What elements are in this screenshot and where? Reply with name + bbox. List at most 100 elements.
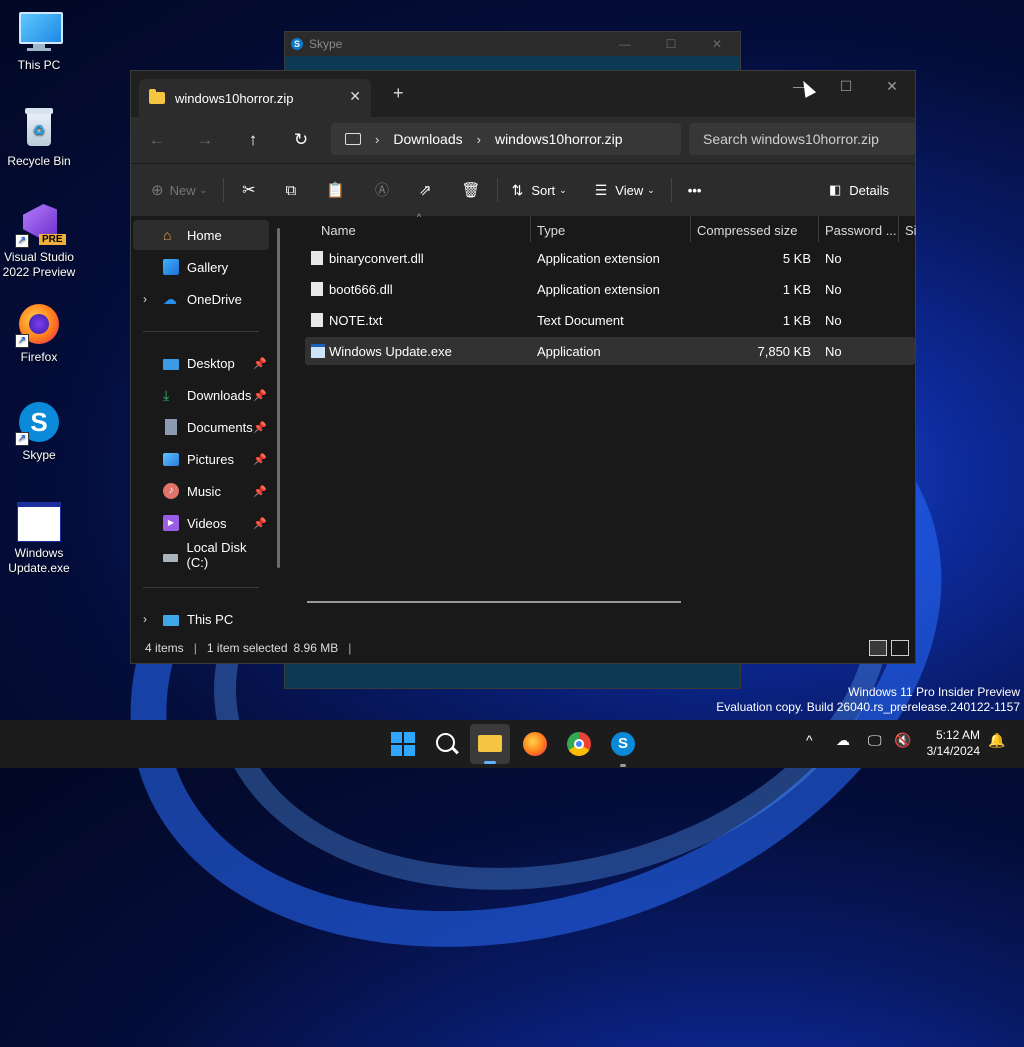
breadcrumb-zip[interactable]: windows10horror.zip	[495, 131, 623, 147]
file-row[interactable]: boot666.dll Application extension 1 KB N…	[305, 275, 915, 303]
file-row[interactable]: NOTE.txt Text Document 1 KB No	[305, 306, 915, 334]
pin-icon[interactable]: 📌	[253, 453, 267, 466]
tiles-view-icon[interactable]	[891, 640, 909, 656]
firefox-icon[interactable]	[523, 732, 547, 756]
selection-size: 8.96 MB	[293, 641, 339, 655]
close-button[interactable]: ✕	[694, 37, 740, 51]
details-button[interactable]: ◧ Details	[829, 182, 889, 198]
column-divider[interactable]	[690, 216, 691, 242]
view-button[interactable]: ☰ View ⌄	[595, 182, 655, 199]
breadcrumb-downloads[interactable]: Downloads	[393, 131, 462, 147]
nav-item-music[interactable]: ♪ Music 📌	[133, 476, 269, 506]
skype-icon[interactable]: S	[611, 732, 635, 756]
sort-button[interactable]: ⇅ Sort ⌄	[512, 182, 567, 199]
pin-icon[interactable]: 📌	[253, 485, 267, 498]
this-pc-icon	[345, 133, 361, 145]
pin-icon[interactable]: 📌	[253, 389, 267, 402]
nav-item-pictures[interactable]: Pictures 📌	[133, 444, 269, 474]
network-icon[interactable]: 🖵	[868, 732, 882, 749]
navigation-pane[interactable]: ⌂ Home Gallery › ☁ OneDrive Desktop 📌 ⤓ …	[131, 216, 281, 633]
new-button[interactable]: ⊕ New ⌄	[151, 181, 207, 199]
minimize-button[interactable]: —	[602, 37, 648, 51]
folder-icon	[149, 89, 165, 104]
nav-item-documents[interactable]: Documents 📌	[133, 412, 269, 442]
maximize-button[interactable]: ☐	[823, 71, 869, 101]
address-bar[interactable]: › Downloads › windows10horror.zip	[331, 123, 681, 155]
column-header-type[interactable]: Type	[537, 223, 565, 238]
chevron-right-icon: ›	[476, 131, 481, 147]
file-row[interactable]: binaryconvert.dll Application extension …	[305, 244, 915, 272]
nav-item-this-pc[interactable]: › This PC	[133, 604, 269, 634]
file-list[interactable]: Name ^ Type Compressed size Password ...…	[289, 212, 917, 633]
desktop-icon-visual-studio[interactable]: PRE ↗ Visual Studio 2022 Preview	[0, 202, 78, 280]
desktop-icon-skype[interactable]: S ↗ Skype	[0, 400, 78, 463]
home-icon: ⌂	[163, 227, 172, 243]
tab-windows10horror-zip[interactable]: windows10horror.zip ✕	[139, 79, 371, 117]
file-row-selected[interactable]: Windows Update.exe Application 7,850 KB …	[305, 337, 915, 365]
shortcut-arrow-icon: ↗	[15, 234, 29, 248]
nav-item-desktop[interactable]: Desktop 📌	[133, 348, 269, 378]
details-view-icon[interactable]	[869, 640, 887, 656]
more-options-button[interactable]: •••	[688, 183, 702, 198]
forward-arrow-icon[interactable]: →	[181, 130, 229, 150]
chevron-right-icon[interactable]: ›	[143, 612, 147, 626]
nav-item-gallery[interactable]: Gallery	[133, 252, 269, 282]
file-explorer-window[interactable]: windows10horror.zip ✕ + — ☐ ✕ ← → ↑ ↻ › …	[130, 70, 917, 664]
skype-icon: S ↗	[15, 400, 61, 446]
column-divider[interactable]	[818, 216, 819, 242]
pin-icon[interactable]: 📌	[253, 357, 267, 370]
clock[interactable]: 5:12 AM 3/14/2024	[927, 727, 980, 759]
sort-icon: ⇅	[511, 181, 524, 198]
divider	[143, 587, 259, 588]
scrollbar[interactable]	[277, 228, 280, 568]
column-header-size[interactable]: Si	[905, 223, 917, 238]
rename-button[interactable]: Ⓐ	[375, 180, 389, 200]
file-password: No	[825, 312, 842, 328]
maximize-button[interactable]: ☐	[648, 37, 694, 51]
refresh-icon[interactable]: ↻	[277, 130, 325, 150]
nav-item-downloads[interactable]: ⤓ Downloads 📌	[133, 380, 269, 410]
column-header-row: Name ^ Type Compressed size Password ...…	[289, 212, 917, 246]
nav-item-home[interactable]: ⌂ Home	[133, 220, 269, 250]
desktop-icon-windows-update-exe[interactable]: Windows Update.exe	[0, 498, 78, 576]
desktop-icon-recycle-bin[interactable]: ♻ Recycle Bin	[0, 106, 78, 169]
skype-titlebar[interactable]: S Skype — ☐ ✕	[285, 32, 740, 56]
cut-button[interactable]: ✂	[242, 180, 255, 200]
tab-title: windows10horror.zip	[175, 90, 294, 106]
column-header-compressed-size[interactable]: Compressed size	[697, 223, 797, 238]
notification-bell-icon[interactable]: 🔔	[988, 732, 1005, 749]
share-button[interactable]: ⇗	[419, 181, 432, 199]
pin-icon[interactable]: 📌	[253, 517, 267, 530]
chrome-icon[interactable]	[567, 732, 591, 756]
onedrive-offline-icon[interactable]: ☁	[836, 732, 850, 749]
horizontal-scrollbar[interactable]	[307, 601, 681, 603]
chevron-right-icon[interactable]: ›	[143, 292, 147, 306]
desktop-icon-this-pc[interactable]: This PC	[0, 10, 78, 73]
search-input[interactable]: Search windows10horror.zip	[689, 123, 915, 155]
delete-button[interactable]: 🗑	[462, 181, 481, 199]
paste-button[interactable]: 📋	[326, 181, 345, 199]
speaker-muted-icon[interactable]: 🔇	[894, 732, 911, 749]
desktop-icon-firefox[interactable]: ↗ Firefox	[0, 302, 78, 365]
tab-close-icon[interactable]: ✕	[349, 88, 361, 105]
windows-start-icon[interactable]	[391, 732, 415, 756]
column-header-password[interactable]: Password ...	[825, 223, 897, 238]
pin-icon[interactable]: 📌	[253, 421, 267, 434]
column-divider[interactable]	[898, 216, 899, 242]
close-button[interactable]: ✕	[869, 71, 915, 101]
chevron-up-icon[interactable]: ^	[806, 732, 813, 748]
up-arrow-icon[interactable]: ↑	[229, 130, 277, 150]
back-arrow-icon[interactable]: ←	[133, 130, 181, 150]
nav-item-local-disk[interactable]: Local Disk (C:)	[133, 540, 269, 570]
copy-button[interactable]: ⧉	[286, 182, 297, 199]
file-explorer-taskbar-item[interactable]	[470, 724, 510, 764]
watermark-line-2: Evaluation copy. Build 26040.rs_prerelea…	[716, 700, 1020, 714]
column-header-name[interactable]: Name	[321, 223, 356, 238]
nav-item-label: Downloads	[187, 387, 252, 403]
search-icon[interactable]	[435, 732, 459, 756]
new-tab-button[interactable]: +	[393, 83, 404, 104]
column-divider[interactable]	[530, 216, 531, 242]
nav-item-videos[interactable]: ▶ Videos 📌	[133, 508, 269, 538]
skype-running-indicator	[620, 764, 626, 767]
nav-item-onedrive[interactable]: › ☁ OneDrive	[133, 284, 269, 314]
